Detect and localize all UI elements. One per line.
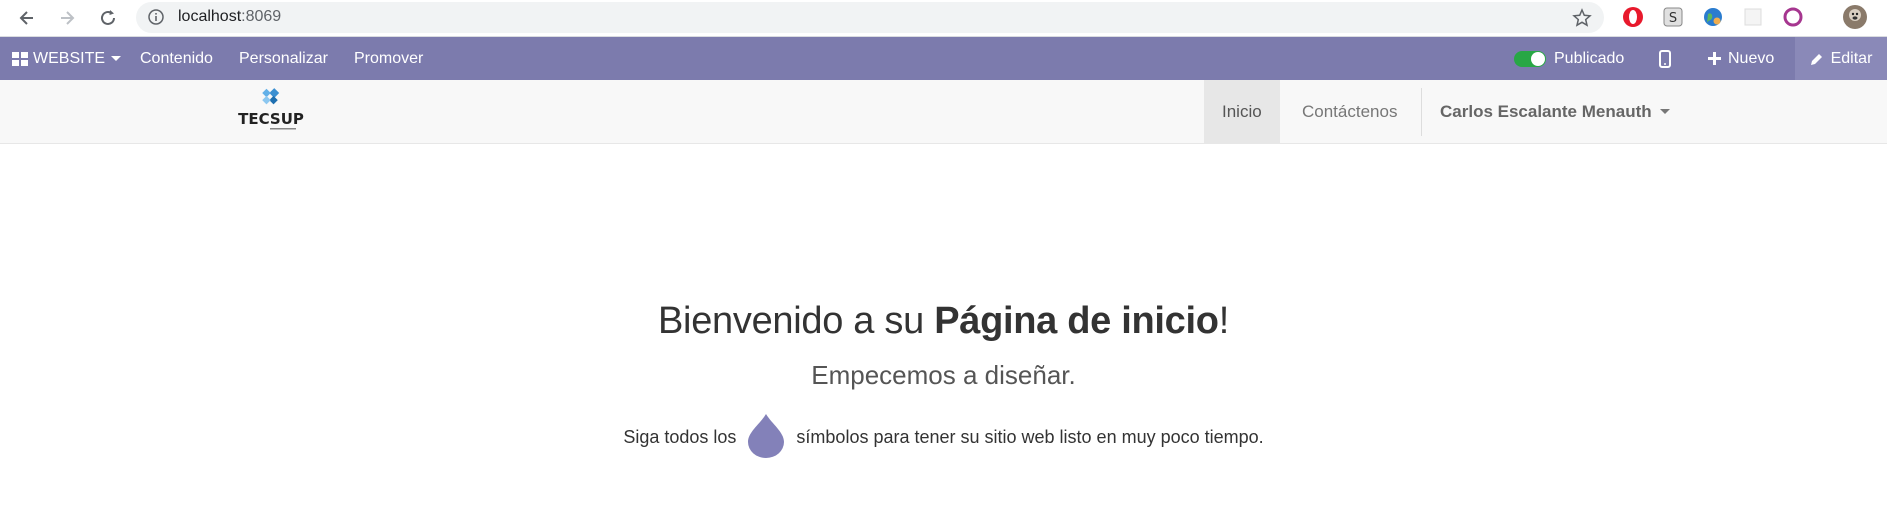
caret-down-icon xyxy=(1659,109,1670,114)
user-name: Carlos Escalante Menauth xyxy=(1440,101,1652,121)
new-button[interactable]: Nuevo xyxy=(1708,37,1774,80)
site-navbar: TECSUP Inicio Contáctenos Carlos Escalan… xyxy=(0,80,1887,144)
address-bar[interactable]: localhost:8069 xyxy=(136,2,1604,33)
info-icon[interactable] xyxy=(148,9,164,30)
edit-label: Editar xyxy=(1830,49,1873,67)
headline-pre: Bienvenido a su xyxy=(658,300,935,342)
mobile-icon xyxy=(1659,49,1671,68)
reload-icon[interactable] xyxy=(94,4,122,32)
blank-extension-icon[interactable] xyxy=(1741,5,1765,29)
nav-inicio-label: Inicio xyxy=(1222,101,1262,121)
menu-personalizar[interactable]: Personalizar xyxy=(239,37,328,80)
headline-bold: Página de inicio xyxy=(934,300,1219,342)
url-host: localhost xyxy=(178,8,242,25)
edit-button[interactable]: Editar xyxy=(1795,37,1887,80)
s-extension-icon[interactable]: S xyxy=(1661,5,1685,29)
star-icon[interactable] xyxy=(1572,8,1592,33)
apps-grid-icon xyxy=(12,51,28,66)
tip-post: símbolos para tener su sitio web listo e… xyxy=(796,426,1264,447)
tip-line: Siga todos los símbolos para tener su si… xyxy=(0,412,1887,462)
globe-extension-icon[interactable] xyxy=(1701,5,1725,29)
nav-divider xyxy=(1421,88,1422,136)
mobile-preview-button[interactable] xyxy=(1659,37,1671,80)
menu-contenido-label: Contenido xyxy=(140,49,213,67)
apps-menu-label: WEBSITE xyxy=(33,49,106,67)
toggle-switch-icon xyxy=(1514,50,1546,67)
back-icon[interactable] xyxy=(13,4,41,32)
drop-icon xyxy=(746,412,786,463)
url-text[interactable]: localhost:8069 xyxy=(178,8,281,26)
headline-post: ! xyxy=(1218,300,1230,342)
forward-icon[interactable] xyxy=(53,4,81,32)
ring-extension-icon[interactable] xyxy=(1781,5,1805,29)
browser-toolbar: localhost:8069 S xyxy=(0,0,1887,37)
menu-personalizar-label: Personalizar xyxy=(239,49,328,67)
nav-contactenos[interactable]: Contáctenos xyxy=(1284,80,1415,143)
menu-contenido[interactable]: Contenido xyxy=(140,37,213,80)
published-label: Publicado xyxy=(1554,49,1625,67)
tecsup-logo[interactable]: TECSUP xyxy=(236,86,306,134)
odoo-admin-bar: WEBSITE Contenido Personalizar Promover … xyxy=(0,37,1887,80)
published-toggle[interactable]: Publicado xyxy=(1514,37,1624,80)
user-menu[interactable]: Carlos Escalante Menauth xyxy=(1440,80,1670,143)
new-label: Nuevo xyxy=(1728,49,1775,67)
page-headline: Bienvenido a su Página de inicio! xyxy=(0,300,1887,343)
pencil-icon xyxy=(1810,52,1824,66)
plus-icon xyxy=(1708,52,1721,65)
nav-inicio[interactable]: Inicio xyxy=(1204,80,1280,143)
svg-text:S: S xyxy=(1669,11,1677,26)
menu-promover[interactable]: Promover xyxy=(354,37,423,80)
menu-promover-label: Promover xyxy=(354,49,424,67)
nav-contactenos-label: Contáctenos xyxy=(1302,101,1398,121)
svg-text:TECSUP: TECSUP xyxy=(238,110,304,128)
page-subheadline: Empecemos a diseñar. xyxy=(811,360,1076,390)
url-port: :8069 xyxy=(241,8,282,25)
opera-icon[interactable] xyxy=(1621,5,1645,29)
apps-menu[interactable]: WEBSITE xyxy=(12,37,122,80)
profile-avatar[interactable] xyxy=(1841,3,1869,31)
caret-down-icon xyxy=(111,56,122,61)
tip-pre: Siga todos los xyxy=(623,426,737,447)
